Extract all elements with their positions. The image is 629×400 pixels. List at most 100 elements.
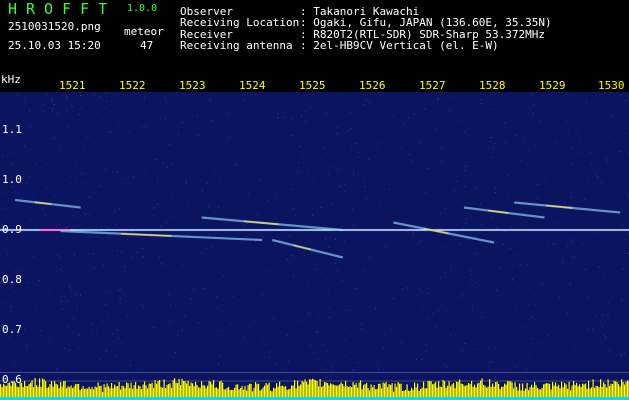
noise-dot [511,279,513,281]
x-tick-label: 1527 [419,79,446,92]
noise-dot [313,268,315,270]
noise-dot [508,220,510,221]
noise-dot [34,224,36,226]
noise-dot [453,206,455,208]
signal-bar [34,378,36,400]
noise-dot [344,190,346,192]
noise-dot [619,261,621,263]
noise-dot [108,291,110,293]
noise-dot [577,193,579,195]
noise-dot [160,263,162,264]
noise-dot [229,115,231,117]
noise-dot [211,246,213,248]
noise-dot [147,278,149,280]
noise-dot [36,360,37,362]
noise-dot [204,273,206,275]
noise-dot [177,133,179,135]
noise-dot [144,174,146,176]
noise-dot [47,267,49,269]
noise-dot [465,148,467,150]
app-name: HROFFT [8,0,117,18]
noise-dot [383,334,385,336]
noise-dot [303,94,305,96]
noise-dot [368,128,370,130]
noise-dot [331,306,333,307]
noise-dot [537,198,539,200]
noise-dot [114,210,116,212]
noise-dot [356,142,358,144]
signal-bar [174,378,176,400]
noise-dot [344,284,346,286]
noise-dot [235,164,237,166]
noise-dot [515,366,517,368]
noise-dot [58,148,60,150]
noise-dot [464,342,466,344]
noise-dot [323,211,325,213]
noise-dot [192,241,194,242]
noise-dot [296,364,298,366]
noise-dot [328,173,330,175]
noise-dot [335,170,337,172]
noise-dot [308,200,310,201]
noise-dot [421,113,422,115]
noise-dot [289,262,291,264]
noise-dot [496,202,497,204]
noise-dot [31,172,33,174]
noise-dot [84,213,86,215]
noise-dot [410,129,412,131]
noise-dot [563,165,565,167]
noise-dot [447,366,449,368]
noise-dot [267,336,269,338]
noise-dot [14,361,16,363]
hrofft-window: HROFFT 1.0.0 2510031520.png 25.10.03 15:… [0,0,629,400]
noise-dot [301,309,303,311]
noise-dot [535,304,536,306]
noise-dot [70,188,72,190]
noise-dot [108,258,110,260]
noise-dot [410,160,412,162]
noise-dot [11,142,13,144]
noise-dot [56,236,58,238]
noise-dot [344,241,345,243]
noise-dot [618,165,620,167]
noise-dot [222,304,224,306]
noise-dot [24,329,26,331]
noise-dot [450,268,452,270]
noise-dot [133,155,134,157]
noise-dot [360,328,362,330]
noise-dot [169,144,171,146]
noise-dot [515,305,516,307]
noise-dot [562,262,564,264]
noise-dot [77,124,79,126]
noise-dot [142,306,144,308]
noise-dot [543,283,545,285]
noise-dot [618,120,620,122]
noise-dot [531,93,533,95]
noise-dot [320,95,322,97]
noise-dot [23,101,25,103]
noise-dot [506,235,508,236]
noise-dot [315,331,317,333]
noise-dot [146,297,148,299]
noise-dot [108,237,110,239]
noise-dot [86,226,88,228]
noise-dot [194,159,196,161]
noise-dot [180,355,182,356]
noise-dot [84,174,86,175]
noise-dot [289,350,291,351]
noise-dot [500,314,502,316]
noise-dot [291,118,293,120]
noise-dot [282,367,284,369]
noise-dot [49,336,51,338]
noise-dot [591,164,593,166]
noise-dot [74,267,76,269]
noise-dot [219,278,221,280]
noise-dot [193,187,194,189]
noise-dot [440,146,442,148]
noise-dot [149,247,151,249]
noise-dot [335,302,337,304]
noise-dot [441,149,443,151]
noise-dot [210,345,212,347]
noise-dot [133,176,134,178]
noise-dot [615,235,617,237]
